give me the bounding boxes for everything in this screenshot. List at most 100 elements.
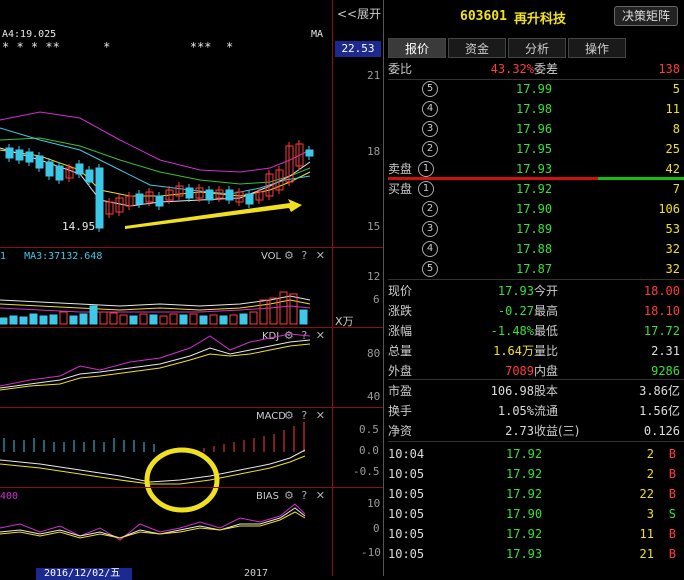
expand-button[interactable]: <<展开 [337,5,381,22]
stat-label: 最高 [534,304,559,318]
volume-bar [109,312,118,325]
sell-level-row[interactable]: 3 17.96 8 [388,119,684,139]
stat-value: 2.31 [651,344,680,358]
sell-price: 17.99 [516,82,553,96]
sell-level-row[interactable]: 2 17.95 25 [388,139,684,159]
candle-body [35,155,44,169]
level-badge: 4 [422,241,438,257]
stat-value: -0.27 [497,304,534,318]
tick-volume: 2 [646,467,654,481]
buy-level-row[interactable]: 5 17.87 32 [388,259,684,279]
tick-time: 10:05 [388,527,425,541]
vol-chart [0,291,311,325]
volume-bar [299,309,308,325]
stat-row: 外盘 7089 内盘 9286 [388,361,684,381]
stock-code: 603601 [460,9,507,24]
matrix-button[interactable]: 决策矩阵 [614,6,678,26]
tab-quote[interactable]: 报价 [388,38,446,58]
stat-value: 18.10 [643,304,680,318]
buy-volume: 106 [658,202,680,216]
stat-value: 2.73 [505,424,534,438]
stat-value: 7089 [505,364,534,378]
trade-tick-row: 10:05 17.92 22 B [388,484,684,504]
tick-price: 17.92 [506,487,543,501]
buy-price: 17.90 [516,202,553,216]
volume-bar [159,315,168,325]
candle-body [25,151,34,163]
buy-volume: 32 [665,242,680,256]
stat-row: 现价 17.93 今开 18.00 [388,281,684,301]
sell-level-row[interactable]: 4 17.98 11 [388,99,684,119]
stat-label: 市盈 [388,384,413,398]
sell-price: 17.95 [516,142,553,156]
macd-axis-00: 0.0 [359,444,379,457]
buy-level-row[interactable]: 买盘 1 17.92 7 [388,179,684,199]
stat-value: 1.56亿 [639,404,680,418]
sell-price: 17.98 [516,102,553,116]
trade-tick-row: 10:05 17.92 11 B [388,524,684,544]
candle-body [75,163,84,175]
buy-volume: 7 [672,182,680,196]
ratio-label: 委比 [388,62,413,76]
level-badge: 2 [422,141,438,157]
kdj-chart [0,333,311,391]
stock-header: 603601 再升科技 决策矩阵 [384,0,684,34]
volume-bar [79,313,88,325]
buy-level-row[interactable]: 3 17.89 53 [388,219,684,239]
tab-operate[interactable]: 操作 [568,38,626,58]
volume-bar [19,316,28,325]
kline-panel[interactable]: A4:19.025 MA * * * ** * *** * 14.95→ 1 M… [0,0,332,580]
y-axis: <<展开 22.53 21 18 15 12 6 X万 80 40 0.5 0.… [333,0,383,576]
stat-value: 17.72 [643,324,680,338]
kdj-axis-40: 40 [367,390,381,403]
stat-label: 量比 [534,344,559,358]
stat-row: 涨跌 -0.27 最高 18.10 [388,301,684,321]
volume-bar [259,299,268,325]
kline-chart [0,111,314,232]
volume-bar [189,313,198,325]
tab-funds[interactable]: 资金 [448,38,506,58]
sell-volume: 11 [665,102,680,116]
fundamental-row: 换手 1.05% 流通 1.56亿 [388,401,684,421]
tick-side: B [668,547,676,561]
stat-value: 0.126 [643,424,680,438]
tab-analysis[interactable]: 分析 [508,38,566,58]
trade-tick-row: 10:04 17.92 2 B [388,444,684,464]
stat-label: 换手 [388,404,413,418]
volume-bar [199,315,208,325]
stat-label: 净资 [388,424,413,438]
sell-level-row[interactable]: 5 17.99 5 [388,79,684,99]
candle-body [55,165,64,181]
candle-body [45,161,54,177]
vol-axis-12: 12 [367,270,381,283]
volume-bar [129,315,138,325]
sell-level-row[interactable]: 卖盘 1 17.93 42 [388,159,684,179]
candle-body [95,167,104,229]
sell-label: 卖盘 [388,162,413,176]
current-price-tag: 22.53 [335,41,381,57]
stat-value: 3.86亿 [639,384,680,398]
volume-bar [169,313,178,325]
bias-chart [0,503,306,541]
buy-level-row[interactable]: 2 17.90 106 [388,199,684,219]
buy-price: 17.92 [516,182,553,196]
candle-body [205,189,214,201]
tick-time: 10:04 [388,447,425,461]
volume-bar [59,311,68,325]
macd-chart [0,422,306,513]
buy-level-row[interactable]: 4 17.88 32 [388,239,684,259]
stat-label: 股本 [534,384,559,398]
sell-volume: 5 [672,82,680,96]
sell-volume: 42 [665,162,680,176]
volume-bar [89,305,98,325]
tick-price: 17.92 [506,527,543,541]
year-label: 2017 [244,568,269,579]
kline-axis-15: 15 [367,220,381,233]
candle-body [155,195,164,207]
tick-time: 10:05 [388,507,425,521]
stat-label: 收益(三) [534,424,580,438]
tick-volume: 2 [646,447,654,461]
volume-bar [119,314,128,325]
candle-body [245,193,254,205]
level-badge: 1 [418,161,434,177]
